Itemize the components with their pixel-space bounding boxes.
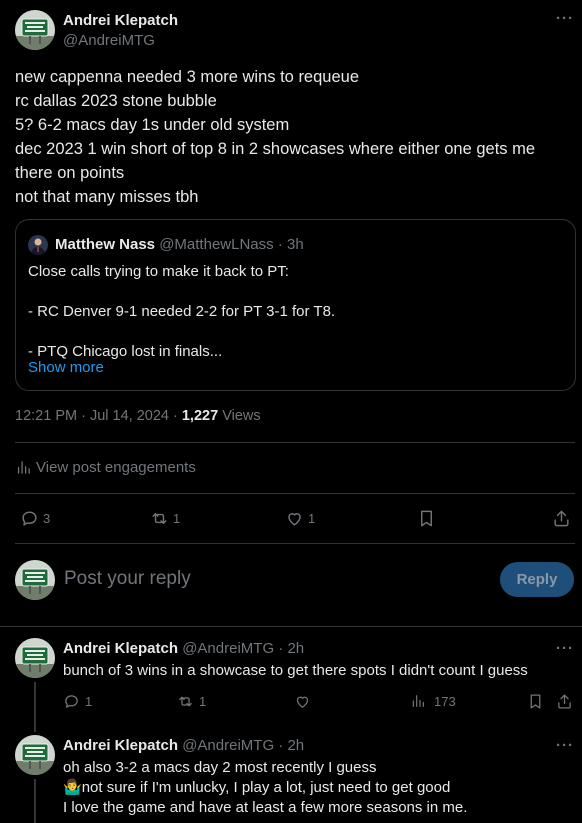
reply-line: 🤷‍♂️not sure if I'm unlucky, I play a lo… [63,778,467,798]
reply-time[interactable]: · 2h [278,737,304,754]
reply-author-name[interactable]: Andrei Klepatch [63,737,178,754]
reply-author-handle[interactable]: @AndreiMTG [182,640,274,657]
views-count: 1,227 [181,408,219,424]
analytics-icon [15,459,32,476]
bookmark-button[interactable] [527,693,544,710]
bookmark-icon [527,693,544,710]
reply-button[interactable]: 3 [20,509,50,528]
author-name[interactable]: Andrei Klepatch [63,12,178,29]
quote-author-name[interactable]: Matthew Nass [55,236,155,253]
views-count: 173 [434,693,456,709]
reply-input[interactable]: Post your reply [64,568,191,590]
like-button[interactable] [294,693,311,710]
composer-avatar[interactable] [15,560,55,600]
author-avatar[interactable] [15,10,55,50]
view-engagements-link[interactable]: View post engagements [15,459,196,476]
views-label: Views [222,408,261,424]
quote-line: - RC Denver 9-1 needed 2-2 for PT 3-1 fo… [28,303,336,320]
reply-icon [63,693,80,710]
quote-header: Matthew Nass @MatthewLNass · 3h [55,236,304,253]
analytics-icon [410,693,426,709]
more-icon[interactable]: ··· [556,640,574,657]
shrug-emoji: 🤷‍♂️ [63,779,82,796]
reply-line: I love the game and have at least a few … [63,799,468,816]
views-button[interactable]: 173 [410,693,456,709]
share-button[interactable] [556,693,573,710]
reply-submit-button[interactable]: Reply [500,562,574,597]
reply-count: 3 [43,511,51,526]
reply-avatar[interactable] [15,638,55,678]
post-timestamp[interactable]: 12:21 PM · Jul 14, 2024 · [15,408,178,424]
engagements-label: View post engagements [36,459,196,476]
share-icon [552,509,571,528]
bookmark-button[interactable] [417,509,436,528]
show-more-link[interactable]: Show more [28,359,104,376]
more-icon[interactable]: ··· [556,737,574,754]
repost-icon [177,693,194,710]
quote-line: Close calls trying to make it back to PT… [28,263,289,280]
quote-avatar[interactable] [28,235,48,255]
thread-line [34,779,36,823]
reply-text: oh also 3-2 a macs day 2 most recently I… [63,758,467,818]
repost-count: 1 [199,694,207,709]
repost-icon [150,509,169,528]
post-line: dec 2023 1 win short of top 8 in 2 showc… [15,140,536,158]
like-icon [285,509,304,528]
post-text: new cappenna needed 3 more wins to reque… [15,65,535,209]
reply-icon [20,509,39,528]
reply-author-name[interactable]: Andrei Klepatch [63,640,178,657]
author-handle[interactable]: @AndreiMTG [63,32,155,49]
divider [15,442,575,443]
reply-header: Andrei Klepatch @AndreiMTG · 2h [63,640,304,657]
repost-count: 1 [173,511,181,526]
repost-button[interactable]: 1 [177,693,206,710]
more-icon[interactable]: ··· [556,10,574,27]
divider [0,626,582,627]
quote-text: Close calls trying to make it back to PT… [28,262,335,362]
quoted-post[interactable]: Matthew Nass @MatthewLNass · 3h Close ca… [15,219,576,391]
reply-text: bunch of 3 wins in a showcase to get the… [63,662,528,679]
like-count: 1 [308,511,316,526]
quote-time: · 3h [277,236,304,253]
bookmark-icon [417,509,436,528]
like-button[interactable]: 1 [285,509,315,528]
divider [15,493,575,494]
reply-header: Andrei Klepatch @AndreiMTG · 2h [63,737,304,754]
reply-author-handle[interactable]: @AndreiMTG [182,737,274,754]
reply-button[interactable]: 1 [63,693,92,710]
reply-count: 1 [85,694,93,709]
reply-avatar[interactable] [15,735,55,775]
post-line: new cappenna needed 3 more wins to reque… [15,68,359,86]
like-icon [294,693,311,710]
share-icon [556,693,573,710]
post-line: rc dallas 2023 stone bubble [15,92,217,110]
quote-line [28,282,335,302]
divider [15,543,575,544]
thread-line [34,682,36,732]
quote-author-handle[interactable]: @MatthewLNass [159,236,273,253]
post-line: there on points [15,164,125,182]
post-line: not that many misses tbh [15,188,199,206]
reply-line-text: not sure if I'm unlucky, I play a lot, j… [81,779,451,796]
post-meta: 12:21 PM · Jul 14, 2024 · 1,227 Views [15,408,261,424]
post-line: 5? 6-2 macs day 1s under old system [15,116,290,134]
reply-line: oh also 3-2 a macs day 2 most recently I… [63,759,377,776]
share-button[interactable] [552,509,571,528]
repost-button[interactable]: 1 [150,509,180,528]
quote-line [28,322,335,342]
reply-time[interactable]: · 2h [278,640,304,657]
